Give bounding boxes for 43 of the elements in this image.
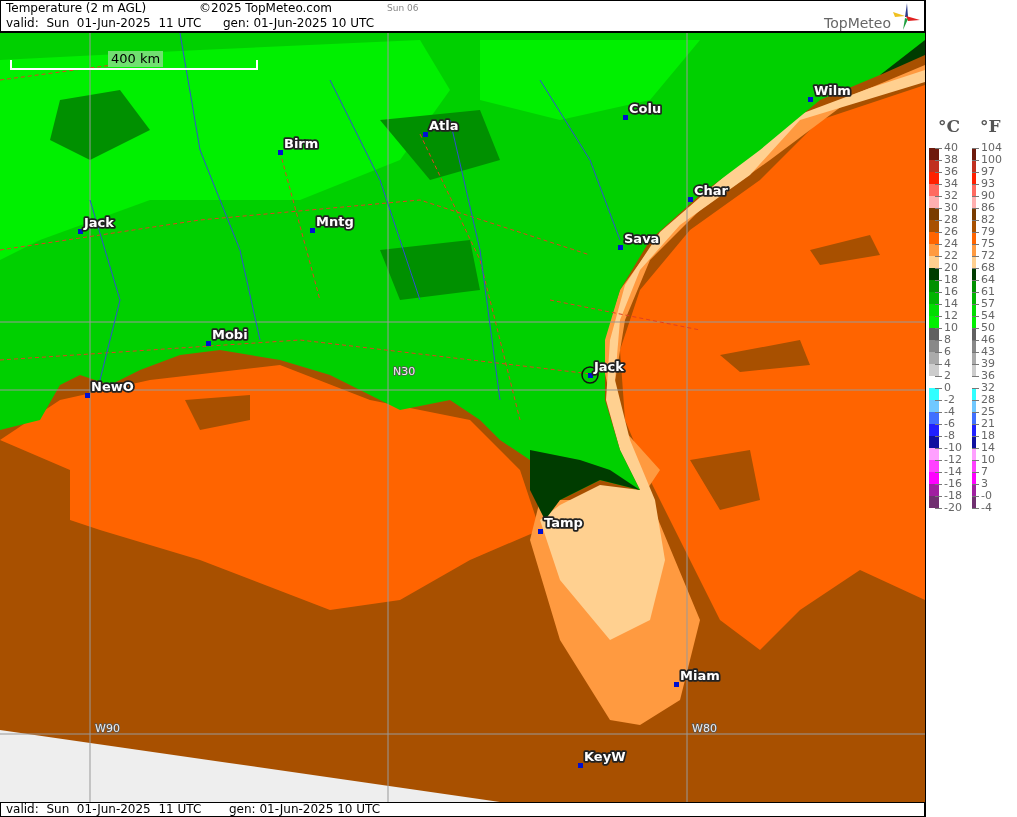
city-marker-icon xyxy=(278,150,283,155)
city-label: KeyW xyxy=(584,749,626,764)
generated-time: gen: 01-Jun-2025 10 UTC xyxy=(223,16,375,31)
city-marker-icon xyxy=(423,132,428,137)
day-label: Sun 06 xyxy=(387,2,419,15)
city-marker-icon xyxy=(78,229,83,234)
legend-value: 100 xyxy=(972,154,1003,166)
city-label: Tamp xyxy=(544,515,583,530)
city-label: Miam xyxy=(680,668,720,683)
city-marker-icon xyxy=(206,341,211,346)
city-label: Mobi xyxy=(212,327,248,342)
grid-label: N30 xyxy=(393,365,416,378)
valid-time: valid: Sun 01-Jun-2025 11 UTC xyxy=(6,803,203,816)
city-marker-icon xyxy=(808,97,813,102)
logo-text: TopMeteo xyxy=(824,15,891,31)
city-label: Jack xyxy=(594,359,624,374)
copyright-text: ©2025 TopMeteo.com xyxy=(199,1,333,16)
city-marker-icon xyxy=(310,228,315,233)
city-marker-icon xyxy=(85,393,90,398)
city-marker-icon xyxy=(623,115,628,120)
city-label: Birm xyxy=(284,136,319,151)
generated-time: gen: 01-Jun-2025 10 UTC xyxy=(229,803,381,816)
city-label: Colu xyxy=(629,101,662,116)
city-marker-icon xyxy=(588,373,593,378)
valid-time: valid: Sun 01-Jun-2025 11 UTC xyxy=(6,16,203,31)
city-marker-icon xyxy=(538,529,543,534)
city-marker-icon xyxy=(618,245,623,250)
city-marker-icon xyxy=(674,682,679,687)
city-label: Wilm xyxy=(814,83,851,98)
grid-label: W80 xyxy=(692,722,717,735)
city-marker-icon xyxy=(578,763,583,768)
grid-label: W90 xyxy=(95,722,120,735)
map-title: Temperature (2 m AGL) xyxy=(6,1,148,16)
city-marker-icon xyxy=(688,197,693,202)
legend-value: 104 xyxy=(972,142,1003,154)
city-label: Atla xyxy=(429,118,459,133)
city-label: NewO xyxy=(91,379,134,394)
fahrenheit-heading: °F xyxy=(980,116,1001,138)
city-label: Mntg xyxy=(316,214,354,229)
pinwheel-icon xyxy=(891,3,921,31)
celsius-heading: °C xyxy=(938,116,961,138)
city-label: Jack xyxy=(84,215,114,230)
scale-label: 400 km xyxy=(108,51,164,67)
